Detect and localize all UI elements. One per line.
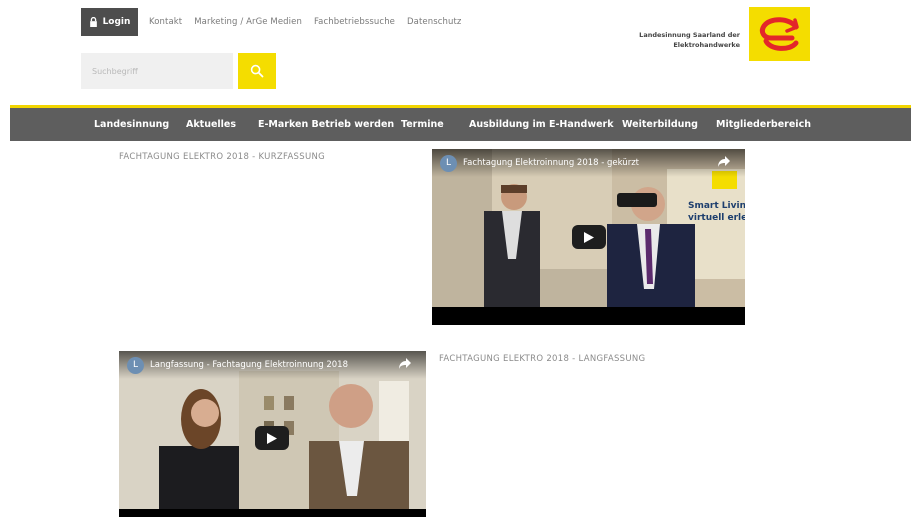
poster-text-1: Smart Livin <box>688 201 745 211</box>
brand-line-1: Landesinnung Saarland der <box>639 31 740 39</box>
link-fachbetriebssuche[interactable]: Fachbetriebssuche <box>314 17 395 27</box>
play-button[interactable] <box>572 225 606 249</box>
channel-avatar[interactable]: L <box>127 356 144 374</box>
e-marke-logo[interactable] <box>749 7 810 61</box>
login-label: Login <box>102 17 131 27</box>
search-input[interactable] <box>81 53 233 89</box>
e-logo-icon <box>759 17 799 51</box>
video-header: L Langfassung - Fachtagung Elektroinnung… <box>119 351 426 379</box>
channel-avatar[interactable]: L <box>440 154 457 172</box>
share-icon[interactable] <box>718 156 730 167</box>
search-icon <box>250 64 264 78</box>
share-icon[interactable] <box>399 358 411 369</box>
nav-aktuelles[interactable]: Aktuelles <box>186 119 236 130</box>
brand-line-2: Elektrohandwerke <box>673 41 740 49</box>
play-icon <box>267 432 277 444</box>
video-title[interactable]: Fachtagung Elektroinnung 2018 - gekürzt <box>463 158 639 168</box>
section-title-langfassung: FACHTAGUNG ELEKTRO 2018 - LANGFASSUNG <box>439 354 646 364</box>
nav-landesinnung[interactable]: Landesinnung <box>94 119 169 130</box>
video-header: L Fachtagung Elektroinnung 2018 - gekürz… <box>432 149 745 177</box>
play-button[interactable] <box>255 426 289 450</box>
top-navigation: Login Kontakt Marketing / ArGe Medien Fa… <box>81 8 462 36</box>
video-title[interactable]: Langfassung - Fachtagung Elektroinnung 2… <box>150 360 348 370</box>
nav-e-marken-betrieb[interactable]: E-Marken Betrieb werden <box>258 119 394 130</box>
link-marketing[interactable]: Marketing / ArGe Medien <box>194 17 302 27</box>
main-navigation: Landesinnung Aktuelles E-Marken Betrieb … <box>10 108 911 141</box>
poster-text-2: virtuell erle <box>688 213 745 223</box>
nav-termine[interactable]: Termine <box>401 119 444 130</box>
play-icon <box>584 231 594 243</box>
nav-mitgliederbereich[interactable]: Mitgliederbereich <box>716 119 811 130</box>
link-kontakt[interactable]: Kontakt <box>149 17 182 27</box>
brand-name: Landesinnung Saarland der Elektrohandwer… <box>639 30 740 50</box>
link-datenschutz[interactable]: Datenschutz <box>407 17 461 27</box>
lock-icon <box>89 17 97 27</box>
search-button[interactable] <box>238 53 276 89</box>
nav-weiterbildung[interactable]: Weiterbildung <box>622 119 698 130</box>
nav-ausbildung[interactable]: Ausbildung im E-Handwerk <box>469 119 614 130</box>
video-player-langfassung[interactable]: L Langfassung - Fachtagung Elektroinnung… <box>119 351 426 517</box>
section-title-kurzfassung: FACHTAGUNG ELEKTRO 2018 - KURZFASSUNG <box>119 152 326 162</box>
video-player-kurzfassung[interactable]: Smart Livin virtuell erle L Fachtagung E… <box>432 149 745 325</box>
login-button[interactable]: Login <box>81 8 138 36</box>
